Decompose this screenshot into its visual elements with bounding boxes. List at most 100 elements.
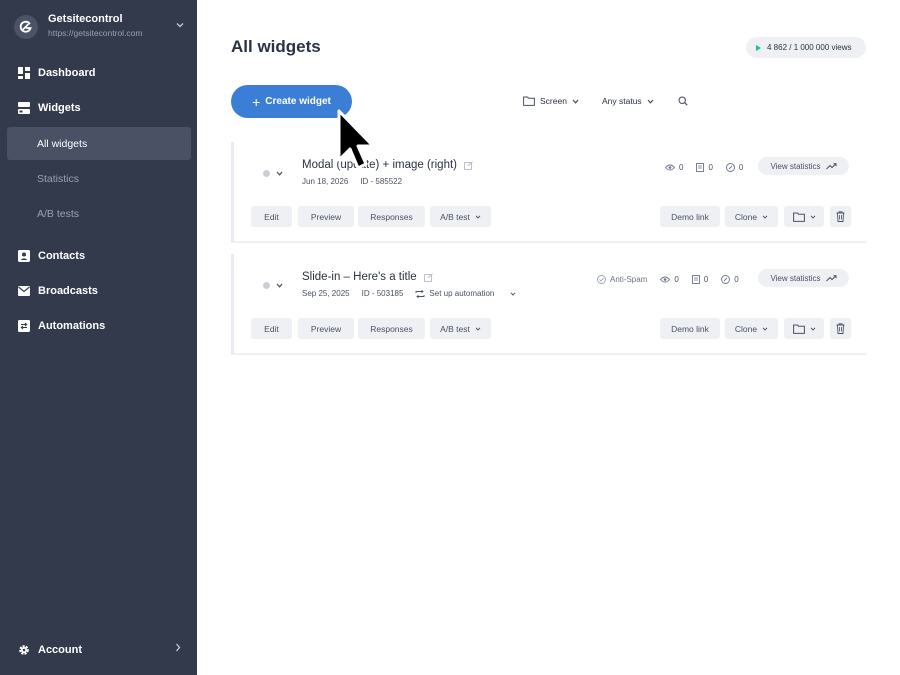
conversion-count: 0 — [734, 274, 739, 284]
nav-account[interactable]: Account — [7, 635, 191, 665]
workspace-switcher[interactable]: Getsitecontrol https://getsitecontrol.co… — [12, 12, 187, 42]
view-statistics-label: View statistics — [770, 161, 821, 171]
view-statistics-button[interactable]: View statistics — [758, 157, 849, 175]
create-widget-button[interactable]: + Create widget — [231, 85, 352, 118]
demo-link-button[interactable]: Demo link — [660, 318, 720, 339]
chevron-down-icon — [762, 214, 768, 219]
widget-status-toggle[interactable] — [251, 162, 293, 184]
ab-test-label: A/B test — [440, 211, 470, 222]
views-usage-text: 4 862 / 1 000 000 views — [767, 43, 852, 52]
status-dot-icon — [263, 281, 270, 289]
trash-icon — [836, 211, 845, 222]
ab-test-dropdown[interactable]: A/B test — [430, 206, 491, 227]
chevron-right-icon — [175, 643, 181, 655]
create-widget-label: Create widget — [265, 96, 331, 107]
edit-icon[interactable] — [423, 272, 433, 282]
conversion-stat: 0 — [725, 162, 743, 172]
demo-link-button[interactable]: Demo link — [660, 206, 720, 227]
leads-stat: 0 — [696, 162, 713, 172]
nav-dashboard-label: Dashboard — [38, 67, 96, 79]
leads-count: 0 — [703, 274, 709, 284]
folder-dropdown[interactable] — [784, 318, 824, 339]
widget-stats: 0 0 0 — [665, 160, 756, 174]
folder-icon — [523, 96, 535, 106]
status-dot-icon — [263, 169, 270, 177]
widget-id: ID - 503185 — [361, 289, 404, 298]
widget-title-text: Modal (update) + image (right) — [302, 159, 458, 171]
widget-date: Sep 25, 2025 — [302, 289, 350, 298]
chevron-down-icon — [572, 99, 579, 104]
check-circle-icon — [597, 274, 606, 284]
sidebar: Getsitecontrol https://getsitecontrol.co… — [0, 0, 197, 675]
chevron-down-icon — [173, 18, 187, 32]
anti-spam-badge: Anti-Spam — [597, 275, 647, 284]
edit-button[interactable]: Edit — [251, 318, 292, 339]
views-stat: 0 — [660, 274, 679, 284]
widget-meta: Jun 18, 2026 ID - 585522 — [302, 177, 414, 186]
workspace-url: https://getsitecontrol.com — [48, 28, 143, 38]
views-stat: 0 — [665, 163, 683, 172]
percent-icon — [721, 274, 731, 284]
setup-automation-label: Set up automation — [429, 289, 495, 298]
edit-button[interactable]: Edit — [251, 206, 292, 227]
leads-count: 0 — [708, 162, 713, 172]
status-filter-label: Any status — [602, 96, 642, 106]
nav-ab-tests[interactable]: A/B tests — [7, 197, 191, 230]
setup-automation-link[interactable]: Set up automation — [415, 289, 516, 298]
nav-widgets[interactable]: Widgets — [7, 92, 191, 124]
views-count: 0 — [674, 274, 679, 284]
widget-meta: Sep 25, 2025 ID - 503185 Set up automati… — [302, 289, 528, 298]
widget-card: Slide-in – Here's a title Sep 25, 2025 I… — [231, 254, 866, 355]
chevron-down-icon — [762, 326, 768, 331]
widget-title[interactable]: Modal (update) + image (right) — [302, 159, 473, 171]
ab-test-dropdown[interactable]: A/B test — [430, 318, 491, 339]
search-button[interactable] — [678, 92, 688, 110]
nav-all-widgets[interactable]: All widgets — [7, 127, 191, 160]
folder-dropdown[interactable] — [784, 206, 824, 227]
clone-dropdown[interactable]: Clone — [725, 206, 778, 227]
clone-dropdown[interactable]: Clone — [725, 318, 778, 339]
plus-icon: + — [252, 93, 261, 110]
nav-contacts[interactable]: Contacts — [7, 240, 191, 272]
widget-status-toggle[interactable] — [251, 274, 293, 296]
responses-button[interactable]: Responses — [358, 206, 425, 227]
eye-icon — [665, 164, 675, 170]
edit-icon[interactable] — [464, 160, 473, 170]
trash-icon — [836, 323, 845, 334]
search-icon — [678, 96, 688, 106]
screen-filter-label: Screen — [540, 96, 567, 106]
trend-up-icon — [825, 274, 837, 281]
view-statistics-button[interactable]: View statistics — [758, 269, 849, 287]
nav-dashboard[interactable]: Dashboard — [7, 57, 191, 89]
automations-icon — [17, 320, 30, 333]
nav-broadcasts[interactable]: Broadcasts — [7, 275, 191, 307]
widgets-icon — [17, 102, 30, 115]
form-icon — [691, 274, 700, 284]
folder-icon — [792, 212, 805, 222]
percent-icon — [725, 162, 735, 172]
chevron-down-icon — [475, 326, 481, 331]
widget-id: ID - 585522 — [360, 177, 403, 186]
status-filter[interactable]: Any status — [602, 92, 654, 110]
workspace-logo-icon — [14, 15, 38, 39]
responses-button[interactable]: Responses — [358, 318, 425, 339]
clone-label: Clone — [734, 323, 758, 334]
chevron-down-icon — [810, 326, 815, 331]
preview-button[interactable]: Preview — [298, 318, 354, 339]
chevron-down-icon — [810, 214, 815, 219]
widget-card: Modal (update) + image (right) Jun 18, 2… — [231, 142, 866, 243]
widget-title[interactable]: Slide-in – Here's a title — [302, 271, 433, 283]
preview-button[interactable]: Preview — [298, 206, 354, 227]
ab-test-label: A/B test — [440, 323, 470, 334]
nav-account-label: Account — [38, 644, 82, 656]
folder-icon — [792, 324, 805, 334]
delete-button[interactable] — [830, 206, 851, 227]
anti-spam-label: Anti-Spam — [610, 274, 648, 284]
conversion-stat: 0 — [721, 274, 739, 284]
nav-statistics[interactable]: Statistics — [7, 162, 191, 195]
delete-button[interactable] — [830, 318, 851, 339]
widget-title-text: Slide-in – Here's a title — [302, 271, 417, 283]
screen-filter[interactable]: Screen — [523, 92, 579, 110]
nav-automations[interactable]: Automations — [7, 310, 191, 342]
views-usage-badge[interactable]: 4 862 / 1 000 000 views — [746, 37, 866, 58]
